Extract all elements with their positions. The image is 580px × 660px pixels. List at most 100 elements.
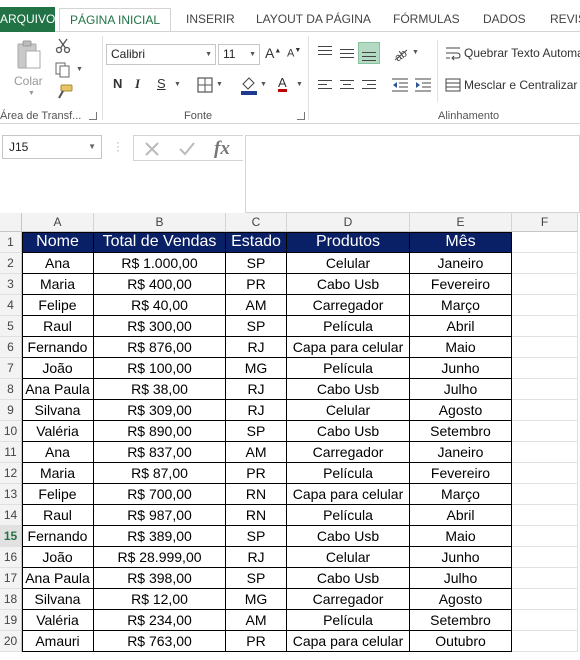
table-cell[interactable]: RJ bbox=[226, 337, 287, 358]
table-cell[interactable]: RJ bbox=[226, 400, 287, 421]
column-header-c[interactable]: C bbox=[226, 213, 287, 232]
column-header-f[interactable]: F bbox=[512, 213, 578, 232]
table-cell[interactable]: Silvana bbox=[22, 400, 94, 421]
row-header[interactable]: 14 bbox=[0, 505, 22, 526]
table-cell[interactable]: PR bbox=[226, 274, 287, 295]
align-top-button[interactable] bbox=[314, 42, 336, 64]
paste-icon[interactable] bbox=[16, 40, 42, 70]
table-header-cell[interactable]: Produtos bbox=[287, 232, 410, 253]
tab-home[interactable]: PÁGINA INICIAL bbox=[59, 8, 171, 33]
table-cell[interactable]: Cabo Usb bbox=[287, 274, 410, 295]
font-size-select[interactable]: 11 ▼ bbox=[218, 44, 260, 65]
table-cell[interactable]: Felipe bbox=[22, 484, 94, 505]
table-cell[interactable]: SP bbox=[226, 421, 287, 442]
table-cell[interactable]: R$ 398,00 bbox=[94, 568, 226, 589]
paste-dropdown-arrow[interactable]: ▼ bbox=[28, 90, 35, 97]
empty-cell[interactable] bbox=[512, 589, 578, 610]
borders-icon[interactable] bbox=[197, 77, 213, 93]
wrap-text-icon[interactable] bbox=[445, 45, 461, 61]
empty-cell[interactable] bbox=[512, 610, 578, 631]
wrap-text-button[interactable]: Quebrar Texto Automa bbox=[464, 46, 580, 60]
empty-cell[interactable] bbox=[512, 253, 578, 274]
table-cell[interactable]: MG bbox=[226, 358, 287, 379]
format-painter-icon[interactable] bbox=[55, 84, 73, 100]
empty-cell[interactable] bbox=[512, 505, 578, 526]
paste-button-label[interactable]: Colar bbox=[14, 74, 43, 88]
table-cell[interactable]: R$ 890,00 bbox=[94, 421, 226, 442]
table-cell[interactable]: Cabo Usb bbox=[287, 526, 410, 547]
table-cell[interactable]: Carregador bbox=[287, 589, 410, 610]
row-header[interactable]: 10 bbox=[0, 421, 22, 442]
table-cell[interactable]: Fevereiro bbox=[410, 274, 512, 295]
table-cell[interactable]: R$ 300,00 bbox=[94, 316, 226, 337]
table-cell[interactable]: R$ 38,00 bbox=[94, 379, 226, 400]
table-cell[interactable]: João bbox=[22, 547, 94, 568]
row-header[interactable]: 5 bbox=[0, 316, 22, 337]
row-header[interactable]: 9 bbox=[0, 400, 22, 421]
table-cell[interactable]: Celular bbox=[287, 400, 410, 421]
row-header[interactable]: 18 bbox=[0, 589, 22, 610]
orientation-icon[interactable]: ab bbox=[391, 44, 409, 62]
empty-cell[interactable] bbox=[512, 484, 578, 505]
empty-cell[interactable] bbox=[512, 400, 578, 421]
table-cell[interactable]: Fernando bbox=[22, 526, 94, 547]
empty-cell[interactable] bbox=[512, 316, 578, 337]
table-cell[interactable]: R$ 987,00 bbox=[94, 505, 226, 526]
table-cell[interactable]: Felipe bbox=[22, 295, 94, 316]
table-cell[interactable]: Abril bbox=[410, 505, 512, 526]
bold-button[interactable]: N bbox=[113, 76, 122, 91]
table-cell[interactable]: RN bbox=[226, 505, 287, 526]
row-header[interactable]: 20 bbox=[0, 631, 22, 652]
empty-cell[interactable] bbox=[512, 442, 578, 463]
formula-input[interactable] bbox=[245, 135, 580, 213]
table-cell[interactable]: R$ 28.999,00 bbox=[94, 547, 226, 568]
align-bottom-button[interactable] bbox=[358, 42, 380, 64]
italic-button[interactable]: I bbox=[135, 76, 140, 92]
table-header-cell[interactable]: Nome bbox=[22, 232, 94, 253]
column-header-e[interactable]: E bbox=[410, 213, 512, 232]
decrease-indent-icon[interactable] bbox=[391, 77, 409, 93]
enter-icon[interactable] bbox=[178, 141, 196, 157]
font-color-dropdown-arrow[interactable]: ▼ bbox=[296, 81, 303, 88]
tab-file[interactable]: ARQUIVO bbox=[0, 7, 55, 32]
table-cell[interactable]: R$ 12,00 bbox=[94, 589, 226, 610]
tab-data[interactable]: DADOS bbox=[483, 8, 526, 32]
table-cell[interactable]: Fevereiro bbox=[410, 463, 512, 484]
fill-color-icon[interactable] bbox=[240, 75, 258, 95]
table-cell[interactable]: Março bbox=[410, 484, 512, 505]
increase-font-size-icon[interactable]: A▲ bbox=[265, 45, 281, 61]
empty-cell[interactable] bbox=[512, 232, 578, 253]
table-cell[interactable]: João bbox=[22, 358, 94, 379]
tab-page-layout[interactable]: LAYOUT DA PÁGINA bbox=[256, 8, 371, 32]
table-cell[interactable]: Celular bbox=[287, 253, 410, 274]
column-header-d[interactable]: D bbox=[287, 213, 410, 232]
row-header[interactable]: 15 bbox=[0, 526, 22, 547]
table-cell[interactable]: Raul bbox=[22, 316, 94, 337]
table-cell[interactable]: SP bbox=[226, 253, 287, 274]
table-cell[interactable]: SP bbox=[226, 526, 287, 547]
table-cell[interactable]: Abril bbox=[410, 316, 512, 337]
table-cell[interactable]: R$ 40,00 bbox=[94, 295, 226, 316]
table-cell[interactable]: Junho bbox=[410, 358, 512, 379]
table-header-cell[interactable]: Mês bbox=[410, 232, 512, 253]
table-cell[interactable]: Maria bbox=[22, 274, 94, 295]
empty-cell[interactable] bbox=[512, 547, 578, 568]
row-header[interactable]: 16 bbox=[0, 547, 22, 568]
row-header[interactable]: 4 bbox=[0, 295, 22, 316]
table-cell[interactable]: AM bbox=[226, 610, 287, 631]
underline-dropdown-arrow[interactable]: ▼ bbox=[174, 81, 181, 88]
empty-cell[interactable] bbox=[512, 358, 578, 379]
row-header[interactable]: 1 bbox=[0, 232, 22, 253]
row-header[interactable]: 3 bbox=[0, 274, 22, 295]
table-cell[interactable]: SP bbox=[226, 568, 287, 589]
font-color-icon[interactable]: A bbox=[278, 76, 287, 92]
cut-icon[interactable] bbox=[55, 38, 71, 54]
copy-dropdown-arrow[interactable]: ▼ bbox=[76, 66, 83, 73]
empty-cell[interactable] bbox=[512, 631, 578, 652]
merge-center-button[interactable]: Mesclar e Centralizar bbox=[464, 78, 577, 92]
align-center-button[interactable] bbox=[336, 74, 358, 96]
table-cell[interactable]: PR bbox=[226, 631, 287, 652]
table-cell[interactable]: Capa para celular bbox=[287, 484, 410, 505]
table-cell[interactable]: Maio bbox=[410, 337, 512, 358]
fill-color-dropdown-arrow[interactable]: ▼ bbox=[260, 81, 267, 88]
